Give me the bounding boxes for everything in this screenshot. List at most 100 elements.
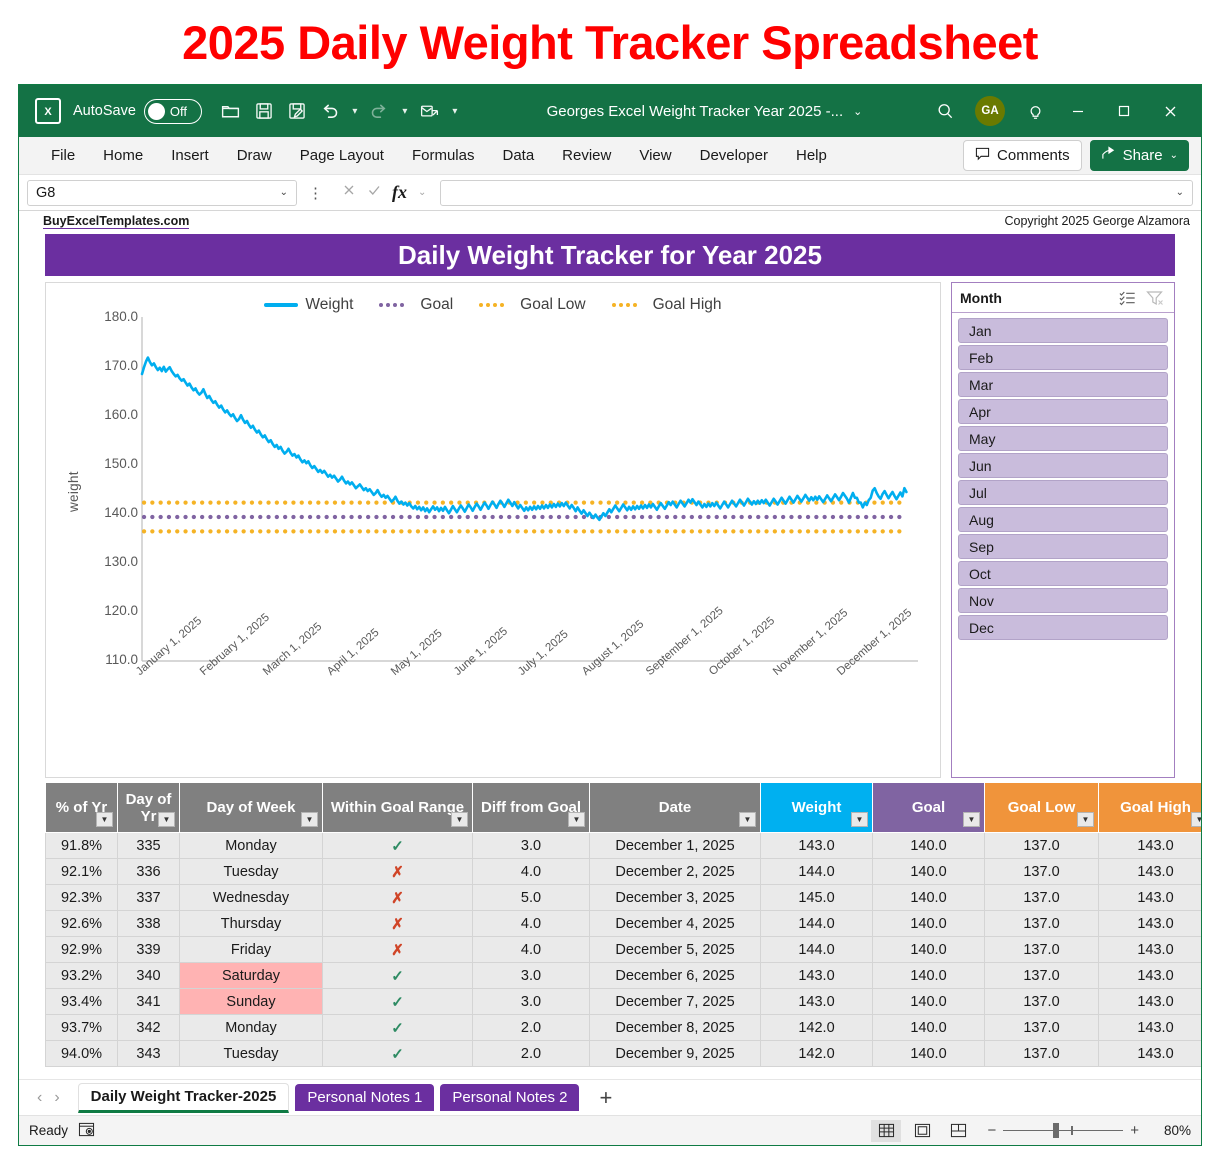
- table-row[interactable]: 93.2% 340 Saturday ✓ 3.0 December 6, 2025 143.…: [45, 962, 1201, 989]
- ribbon-tab-draw[interactable]: Draw: [223, 143, 286, 168]
- slicer-item-may[interactable]: May: [958, 426, 1168, 451]
- formula-bar-expand-icon[interactable]: ⌄: [1176, 187, 1184, 198]
- ribbon-tab-home[interactable]: Home: [89, 143, 157, 168]
- cell-pct-of-yr[interactable]: 93.2%: [45, 962, 118, 989]
- cell-within-goal-range[interactable]: ✓: [322, 962, 473, 989]
- search-icon[interactable]: [927, 94, 963, 128]
- ribbon-tab-view[interactable]: View: [625, 143, 685, 168]
- cell-weight[interactable]: 145.0: [760, 884, 873, 911]
- col-header-goal-high[interactable]: Goal High ▼: [1098, 782, 1201, 833]
- table-row[interactable]: 92.6% 338 Thursday ✗ 4.0 December 4, 2025 144.…: [45, 910, 1201, 937]
- legend-item-weight[interactable]: Weight: [264, 296, 353, 314]
- filter-arrow-goal-low[interactable]: ▼: [1077, 812, 1094, 827]
- cell-goal[interactable]: 140.0: [872, 988, 985, 1015]
- cell-goal-low[interactable]: 137.0: [984, 1014, 1099, 1041]
- maximize-button[interactable]: [1103, 94, 1145, 128]
- weight-chart[interactable]: Weight Goal Goal Low Goal High weight 18…: [45, 282, 941, 778]
- filter-arrow-date[interactable]: ▼: [739, 812, 756, 827]
- cell-diff-from-goal[interactable]: 3.0: [472, 988, 590, 1015]
- cell-weight[interactable]: 144.0: [760, 936, 873, 963]
- table-row[interactable]: 92.3% 337 Wednesday ✗ 5.0 December 3, 2025 145…: [45, 884, 1201, 911]
- cell-day-of-yr[interactable]: 341: [117, 988, 180, 1015]
- col-header-weight[interactable]: Weight ▼: [760, 782, 873, 833]
- open-icon[interactable]: [216, 96, 246, 126]
- page-layout-view-icon[interactable]: [907, 1120, 937, 1142]
- slicer-item-apr[interactable]: Apr: [958, 399, 1168, 424]
- cell-goal[interactable]: 140.0: [872, 1040, 985, 1067]
- cell-within-goal-range[interactable]: ✓: [322, 1040, 473, 1067]
- multi-select-icon[interactable]: [1116, 288, 1138, 308]
- cell-day-of-yr[interactable]: 342: [117, 1014, 180, 1041]
- ribbon-tab-page-layout[interactable]: Page Layout: [286, 143, 398, 168]
- cell-diff-from-goal[interactable]: 4.0: [472, 936, 590, 963]
- cell-date[interactable]: December 8, 2025: [589, 1014, 761, 1041]
- zoom-slider[interactable]: − +: [979, 1122, 1147, 1139]
- cell-goal[interactable]: 140.0: [872, 884, 985, 911]
- cell-weight[interactable]: 142.0: [760, 1014, 873, 1041]
- cell-day-of-week[interactable]: Thursday: [179, 910, 323, 937]
- formula-bar-more-icon[interactable]: ⋮: [303, 184, 328, 202]
- cell-pct-of-yr[interactable]: 93.4%: [45, 988, 118, 1015]
- cell-goal-high[interactable]: 143.0: [1098, 1040, 1201, 1067]
- cell-goal-high[interactable]: 143.0: [1098, 832, 1201, 859]
- cell-day-of-week[interactable]: Saturday: [179, 962, 323, 989]
- slicer-item-dec[interactable]: Dec: [958, 615, 1168, 640]
- cell-goal-low[interactable]: 137.0: [984, 858, 1099, 885]
- tell-me-icon[interactable]: [1017, 94, 1053, 128]
- cell-day-of-yr[interactable]: 343: [117, 1040, 180, 1067]
- slicer-item-aug[interactable]: Aug: [958, 507, 1168, 532]
- slicer-item-jul[interactable]: Jul: [958, 480, 1168, 505]
- cancel-icon[interactable]: [342, 183, 356, 202]
- slicer-item-sep[interactable]: Sep: [958, 534, 1168, 559]
- sheet-tab-daily-weight-tracker-2025[interactable]: Daily Weight Tracker-2025: [77, 1082, 290, 1113]
- cell-weight[interactable]: 143.0: [760, 962, 873, 989]
- cell-date[interactable]: December 5, 2025: [589, 936, 761, 963]
- cell-pct-of-yr[interactable]: 93.7%: [45, 1014, 118, 1041]
- cell-day-of-yr[interactable]: 337: [117, 884, 180, 911]
- cell-day-of-yr[interactable]: 340: [117, 962, 180, 989]
- cell-goal-low[interactable]: 137.0: [984, 1040, 1099, 1067]
- table-row[interactable]: 93.4% 341 Sunday ✓ 3.0 December 7, 2025 143.0 1…: [45, 988, 1201, 1015]
- cell-within-goal-range[interactable]: ✗: [322, 858, 473, 885]
- cell-within-goal-range[interactable]: ✗: [322, 936, 473, 963]
- cell-pct-of-yr[interactable]: 92.6%: [45, 910, 118, 937]
- cell-day-of-week[interactable]: Tuesday: [179, 858, 323, 885]
- cell-date[interactable]: December 1, 2025: [589, 832, 761, 859]
- filter-arrow-goal[interactable]: ▼: [963, 812, 980, 827]
- cell-day-of-yr[interactable]: 338: [117, 910, 180, 937]
- cell-goal-low[interactable]: 137.0: [984, 936, 1099, 963]
- cell-date[interactable]: December 2, 2025: [589, 858, 761, 885]
- share-dropdown-icon[interactable]: ⌄: [1170, 150, 1178, 161]
- col-header-pct-of-yr[interactable]: % of Yr ▼: [45, 782, 118, 833]
- redo-dropdown-icon[interactable]: ▾: [398, 96, 412, 126]
- cell-goal-high[interactable]: 143.0: [1098, 1014, 1201, 1041]
- cell-diff-from-goal[interactable]: 2.0: [472, 1014, 590, 1041]
- filter-arrow-diff-from-goal[interactable]: ▼: [568, 812, 585, 827]
- cell-date[interactable]: December 7, 2025: [589, 988, 761, 1015]
- cell-day-of-yr[interactable]: 339: [117, 936, 180, 963]
- cell-goal-low[interactable]: 137.0: [984, 988, 1099, 1015]
- cell-day-of-week[interactable]: Monday: [179, 1014, 323, 1041]
- cell-weight[interactable]: 142.0: [760, 1040, 873, 1067]
- cell-within-goal-range[interactable]: ✗: [322, 884, 473, 911]
- cell-pct-of-yr[interactable]: 91.8%: [45, 832, 118, 859]
- cell-weight[interactable]: 143.0: [760, 832, 873, 859]
- slicer-item-nov[interactable]: Nov: [958, 588, 1168, 613]
- add-sheet-button[interactable]: +: [585, 1086, 626, 1109]
- save-icon[interactable]: [249, 96, 279, 126]
- cell-goal-high[interactable]: 143.0: [1098, 962, 1201, 989]
- cell-day-of-week[interactable]: Wednesday: [179, 884, 323, 911]
- zoom-track[interactable]: [1003, 1122, 1124, 1138]
- table-row[interactable]: 92.1% 336 Tuesday ✗ 4.0 December 2, 2025 144.0…: [45, 858, 1201, 885]
- cell-diff-from-goal[interactable]: 4.0: [472, 910, 590, 937]
- cell-day-of-week[interactable]: Tuesday: [179, 1040, 323, 1067]
- enter-icon[interactable]: [367, 183, 381, 202]
- col-header-date[interactable]: Date ▼: [589, 782, 761, 833]
- slicer-item-oct[interactable]: Oct: [958, 561, 1168, 586]
- zoom-in-button[interactable]: +: [1130, 1122, 1139, 1139]
- website-link[interactable]: BuyExcelTemplates.com: [43, 214, 190, 229]
- cell-pct-of-yr[interactable]: 92.9%: [45, 936, 118, 963]
- cell-date[interactable]: December 3, 2025: [589, 884, 761, 911]
- cell-diff-from-goal[interactable]: 4.0: [472, 858, 590, 885]
- document-title-dropdown-icon[interactable]: ⌄: [853, 105, 862, 118]
